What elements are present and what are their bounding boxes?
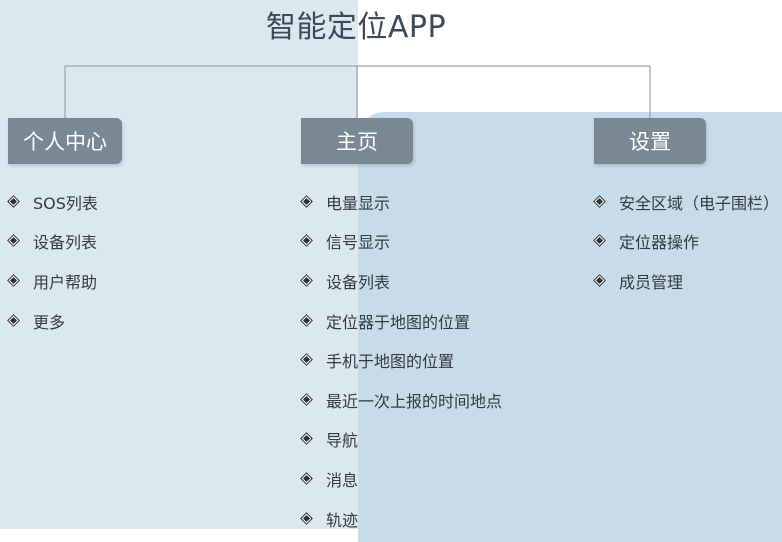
list-item-label: 导航 — [326, 431, 359, 451]
diamond-bullet-icon — [301, 473, 313, 485]
diamond-bullet-icon — [301, 513, 313, 525]
list-item: 设备列表 — [8, 222, 98, 262]
list-item: 信号显示 — [301, 222, 502, 262]
list-item: 最近一次上报的时间地点 — [301, 380, 502, 420]
diamond-bullet-icon — [301, 354, 313, 366]
diamond-bullet-icon — [301, 196, 313, 208]
list-item-label: 用户帮助 — [33, 272, 98, 292]
list-item: SOS列表 — [8, 182, 98, 222]
list-item-label: SOS列表 — [33, 193, 98, 213]
list-item: 更多 — [8, 301, 98, 341]
list-item: 手机于地图的位置 — [301, 340, 502, 380]
list-item-label: 设备列表 — [33, 233, 98, 253]
diamond-bullet-icon — [8, 196, 20, 208]
diamond-bullet-icon — [301, 433, 313, 445]
list-item-label: 更多 — [33, 312, 66, 332]
list-home: 电量显示 信号显示 设备列表 定位器于地图的位置 手机于地图的位置 最近一次上报… — [301, 182, 502, 538]
list-item-label: 最近一次上报的时间地点 — [326, 391, 503, 411]
header-settings: 设置 — [594, 118, 706, 164]
list-item: 定位器操作 — [594, 222, 779, 262]
list-item-label: 消息 — [326, 470, 359, 490]
list-item: 定位器于地图的位置 — [301, 301, 502, 341]
list-item: 消息 — [301, 459, 502, 499]
diamond-bullet-icon — [8, 275, 20, 287]
list-item-label: 设备列表 — [326, 272, 391, 292]
list-item: 用户帮助 — [8, 261, 98, 301]
list-item-label: 成员管理 — [619, 272, 684, 292]
list-item-label: 手机于地图的位置 — [326, 352, 455, 372]
list-item-label: 电量显示 — [326, 193, 391, 213]
list-settings: 安全区域（电子围栏） 定位器操作 成员管理 — [594, 182, 779, 301]
diamond-bullet-icon — [8, 315, 20, 327]
list-item-label: 安全区域（电子围栏） — [619, 193, 780, 213]
diamond-bullet-icon — [594, 196, 606, 208]
list-item-label: 定位器于地图的位置 — [326, 312, 471, 332]
diamond-bullet-icon — [301, 394, 313, 406]
diamond-bullet-icon — [301, 235, 313, 247]
diamond-bullet-icon — [594, 275, 606, 287]
list-item-label: 信号显示 — [326, 233, 391, 253]
header-personal-center: 个人中心 — [8, 118, 122, 164]
list-item: 导航 — [301, 420, 502, 460]
diamond-bullet-icon — [594, 235, 606, 247]
diamond-bullet-icon — [8, 235, 20, 247]
list-item: 轨迹 — [301, 499, 502, 539]
list-item: 电量显示 — [301, 182, 502, 222]
diamond-bullet-icon — [301, 315, 313, 327]
list-personal-center: SOS列表 设备列表 用户帮助 更多 — [8, 182, 98, 340]
diamond-bullet-icon — [301, 275, 313, 287]
list-item: 安全区域（电子围栏） — [594, 182, 779, 222]
header-home: 主页 — [301, 118, 413, 164]
list-item-label: 定位器操作 — [619, 233, 700, 253]
list-item: 成员管理 — [594, 261, 779, 301]
list-item: 设备列表 — [301, 261, 502, 301]
list-item-label: 轨迹 — [326, 510, 359, 530]
